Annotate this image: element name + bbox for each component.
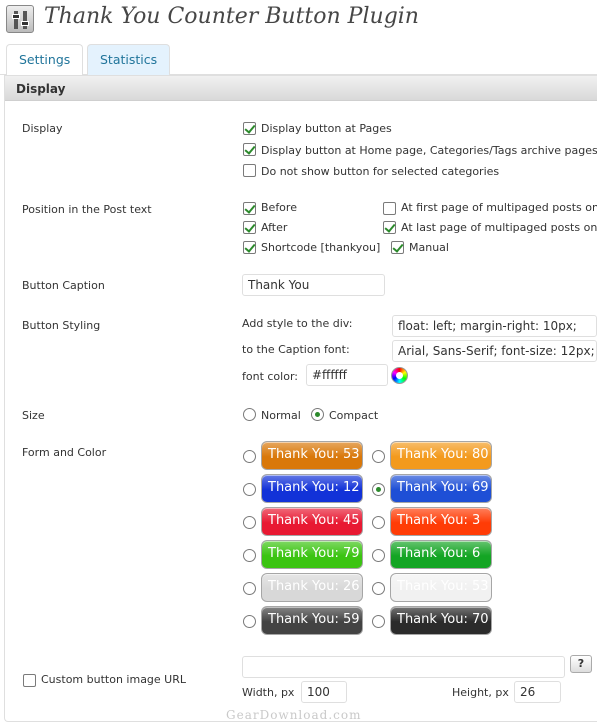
size-compact-label: Compact bbox=[329, 409, 379, 422]
width-input[interactable]: 100 bbox=[301, 681, 347, 703]
position-after-label: After bbox=[261, 221, 288, 234]
first-page-checkbox[interactable] bbox=[383, 202, 396, 215]
form-color-label: Form and Color bbox=[22, 446, 107, 459]
size-normal-radio[interactable] bbox=[243, 408, 256, 421]
position-manual-checkbox[interactable] bbox=[391, 241, 404, 254]
form-color-radio[interactable] bbox=[243, 483, 256, 496]
position-shortcode-checkbox[interactable] bbox=[243, 241, 256, 254]
caption-label: Button Caption bbox=[22, 279, 105, 292]
thank-you-button-sample[interactable]: Thank You: 79 bbox=[262, 541, 362, 568]
form-color-radio[interactable] bbox=[243, 615, 256, 628]
height-input[interactable]: 26 bbox=[514, 681, 561, 703]
thank-you-button-sample[interactable]: Thank You: 70 bbox=[391, 607, 491, 634]
caption-font-label: to the Caption font: bbox=[242, 343, 350, 356]
panel-title: Display bbox=[16, 82, 66, 96]
thank-you-button-sample[interactable]: Thank You: 26 bbox=[262, 574, 362, 601]
thank-you-button-sample[interactable]: Thank You: 80 bbox=[391, 442, 491, 469]
div-style-input[interactable]: float: left; margin-right: 10px; bbox=[392, 315, 597, 337]
form-color-radio[interactable] bbox=[243, 516, 256, 529]
hide-categories-label: Do not show button for selected categori… bbox=[261, 165, 500, 178]
tab-bar: Settings Statistics bbox=[0, 44, 597, 76]
size-normal-label: Normal bbox=[261, 409, 301, 422]
plugin-settings-icon bbox=[6, 5, 34, 33]
tab-settings[interactable]: Settings bbox=[6, 44, 84, 76]
thank-you-button-sample[interactable]: Thank You: 3 bbox=[391, 508, 491, 535]
caption-input[interactable]: Thank You bbox=[242, 274, 385, 296]
form-color-radio[interactable] bbox=[372, 450, 385, 463]
position-before-label: Before bbox=[261, 201, 297, 214]
thank-you-button-sample[interactable]: Thank You: 53 bbox=[262, 442, 362, 469]
size-label: Size bbox=[22, 409, 45, 422]
form-color-radio[interactable] bbox=[372, 582, 385, 595]
panel-header: Display bbox=[5, 76, 597, 101]
thank-you-button-sample[interactable]: Thank You: 59 bbox=[262, 607, 362, 634]
height-label: Height, px bbox=[452, 686, 509, 699]
position-manual-label: Manual bbox=[409, 241, 449, 254]
position-after-checkbox[interactable] bbox=[243, 221, 256, 234]
watermark: GearDownload.com bbox=[226, 708, 362, 722]
first-page-label: At first page of multipaged posts only bbox=[401, 201, 597, 214]
position-before-checkbox[interactable] bbox=[243, 202, 256, 215]
position-label: Position in the Post text bbox=[22, 203, 152, 216]
color-picker-icon[interactable] bbox=[391, 367, 408, 384]
display-home-label: Display button at Home page, Categories/… bbox=[261, 144, 597, 157]
font-color-label: font color: bbox=[242, 370, 298, 383]
display-home-checkbox[interactable] bbox=[243, 143, 256, 156]
custom-url-input[interactable] bbox=[242, 656, 565, 678]
form-color-radio[interactable] bbox=[243, 549, 256, 562]
hide-categories-checkbox[interactable] bbox=[243, 164, 256, 177]
custom-url-checkbox[interactable] bbox=[23, 674, 36, 687]
custom-url-label: Custom button image URL bbox=[41, 673, 186, 686]
size-compact-radio[interactable] bbox=[311, 408, 324, 421]
form-color-radio[interactable] bbox=[372, 483, 385, 496]
form-color-radio[interactable] bbox=[372, 516, 385, 529]
thank-you-button-sample[interactable]: Thank You: 69 bbox=[391, 475, 491, 502]
tab-statistics[interactable]: Statistics bbox=[87, 44, 171, 75]
header: Thank You Counter Button Plugin bbox=[0, 0, 597, 38]
form-color-radio[interactable] bbox=[243, 582, 256, 595]
thank-you-button-sample[interactable]: Thank You: 12 bbox=[262, 475, 362, 502]
display-pages-checkbox[interactable] bbox=[243, 122, 256, 135]
form-color-radio[interactable] bbox=[372, 549, 385, 562]
thank-you-button-sample[interactable]: Thank You: 45 bbox=[262, 508, 362, 535]
display-label: Display bbox=[22, 122, 63, 135]
thank-you-button-sample[interactable]: Thank You: 53 bbox=[391, 574, 491, 601]
position-shortcode-label: Shortcode [thankyou] bbox=[261, 241, 381, 254]
page-title: Thank You Counter Button Plugin bbox=[44, 4, 419, 29]
width-label: Width, px bbox=[242, 686, 295, 699]
display-pages-label: Display button at Pages bbox=[261, 122, 392, 135]
form-color-radio[interactable] bbox=[372, 615, 385, 628]
thank-you-button-sample[interactable]: Thank You: 6 bbox=[391, 541, 491, 568]
div-style-label: Add style to the div: bbox=[242, 317, 353, 330]
styling-label: Button Styling bbox=[22, 319, 101, 332]
last-page-label: At last page of multipaged posts only bbox=[401, 221, 597, 234]
form-color-radio[interactable] bbox=[243, 450, 256, 463]
caption-font-input[interactable]: Arial, Sans-Serif; font-size: 12px; bbox=[392, 340, 597, 362]
help-button[interactable]: ? bbox=[570, 655, 592, 673]
last-page-checkbox[interactable] bbox=[383, 221, 396, 234]
font-color-input[interactable]: #ffffff bbox=[306, 364, 388, 386]
